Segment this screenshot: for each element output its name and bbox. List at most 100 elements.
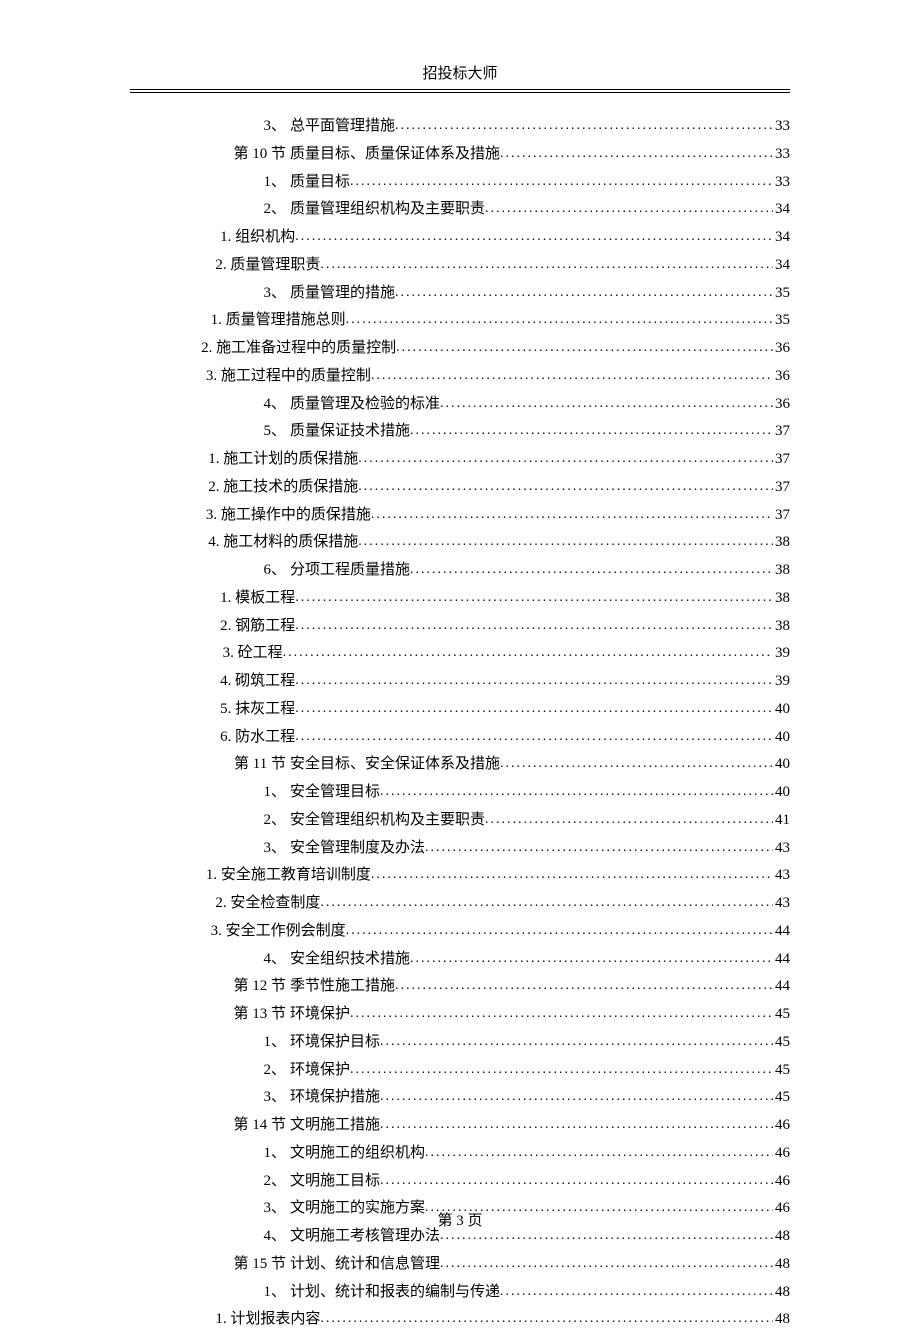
toc-leader-dots bbox=[410, 557, 773, 583]
toc-leader-dots bbox=[320, 252, 773, 278]
toc-title: 分项工程质量措施 bbox=[290, 557, 410, 585]
toc-entry: 2、环境保护45 bbox=[130, 1057, 790, 1085]
toc-entry: 1. 质量管理措施总则35 bbox=[130, 307, 790, 335]
toc-entry: 5、质量保证技术措施37 bbox=[130, 418, 790, 446]
toc-leader-dots bbox=[358, 529, 773, 555]
toc-leader-dots bbox=[500, 751, 773, 777]
toc-section-label: 第 12 节 bbox=[130, 973, 290, 1001]
toc-entry: 1. 模板工程38 bbox=[130, 585, 790, 613]
toc-page-number: 48 bbox=[773, 1279, 790, 1307]
toc-page-number: 40 bbox=[773, 724, 790, 752]
toc-leader-dots bbox=[500, 141, 773, 167]
toc-entry: 4. 砌筑工程39 bbox=[130, 668, 790, 696]
toc-entry: 4. 施工材料的质保措施38 bbox=[130, 529, 790, 557]
toc-entry: 第 15 节计划、统计和信息管理48 bbox=[130, 1251, 790, 1279]
toc-entry: 第 13 节环境保护45 bbox=[130, 1001, 790, 1029]
toc-leader-dots bbox=[295, 224, 773, 250]
toc-leader-dots bbox=[380, 1112, 773, 1138]
toc-leader-dots bbox=[371, 862, 773, 888]
toc-page-number: 38 bbox=[773, 613, 790, 641]
toc-leader-dots bbox=[440, 1251, 773, 1277]
toc-entry: 2、质量管理组织机构及主要职责34 bbox=[130, 196, 790, 224]
toc-title: 2. 施工准备过程中的质量控制 bbox=[201, 335, 396, 363]
toc-item-label: 4、 bbox=[130, 946, 290, 974]
toc-title: 2. 施工技术的质保措施 bbox=[208, 474, 358, 502]
toc-leader-dots bbox=[485, 196, 773, 222]
toc-leader-dots bbox=[425, 1140, 773, 1166]
toc-page-number: 35 bbox=[773, 307, 790, 335]
toc-leader-dots bbox=[350, 1001, 773, 1027]
toc-title: 4. 施工材料的质保措施 bbox=[208, 529, 358, 557]
toc-entry: 3. 施工操作中的质保措施37 bbox=[130, 502, 790, 530]
toc-title: 总平面管理措施 bbox=[290, 113, 395, 141]
toc-page-number: 38 bbox=[773, 585, 790, 613]
toc-page-number: 41 bbox=[773, 807, 790, 835]
toc-entry: 1. 施工计划的质保措施37 bbox=[130, 446, 790, 474]
toc-title: 安全组织技术措施 bbox=[290, 946, 410, 974]
toc-page-number: 43 bbox=[773, 862, 790, 890]
toc-title: 文明施工的组织机构 bbox=[290, 1140, 425, 1168]
toc-title: 3. 安全工作例会制度 bbox=[211, 918, 346, 946]
toc-leader-dots bbox=[485, 807, 773, 833]
toc-entry: 2. 质量管理职责34 bbox=[130, 252, 790, 280]
toc-page-number: 44 bbox=[773, 973, 790, 1001]
toc-page-number: 38 bbox=[773, 557, 790, 585]
table-of-contents: 3、总平面管理措施33第 10 节质量目标、质量保证体系及措施331、质量目标3… bbox=[130, 113, 790, 1334]
toc-leader-dots bbox=[295, 613, 773, 639]
toc-item-label: 4、 bbox=[130, 391, 290, 419]
toc-leader-dots bbox=[395, 973, 773, 999]
toc-title: 质量管理及检验的标准 bbox=[290, 391, 440, 419]
toc-title: 安全目标、安全保证体系及措施 bbox=[290, 751, 500, 779]
toc-entry: 第 14 节文明施工措施46 bbox=[130, 1112, 790, 1140]
toc-leader-dots bbox=[371, 502, 773, 528]
toc-page-number: 36 bbox=[773, 363, 790, 391]
toc-page-number: 36 bbox=[773, 391, 790, 419]
toc-title: 质量保证技术措施 bbox=[290, 418, 410, 446]
document-page: 招投标大师 3、总平面管理措施33第 10 节质量目标、质量保证体系及措施331… bbox=[0, 0, 920, 1334]
toc-title: 质量目标 bbox=[290, 169, 350, 197]
toc-entry: 2. 钢筋工程38 bbox=[130, 613, 790, 641]
toc-item-label: 1、 bbox=[130, 779, 290, 807]
toc-entry: 5. 抹灰工程40 bbox=[130, 696, 790, 724]
toc-page-number: 45 bbox=[773, 1057, 790, 1085]
toc-entry: 1. 组织机构34 bbox=[130, 224, 790, 252]
toc-title: 1. 安全施工教育培训制度 bbox=[206, 862, 371, 890]
toc-title: 2. 质量管理职责 bbox=[215, 252, 320, 280]
toc-title: 质量管理组织机构及主要职责 bbox=[290, 196, 485, 224]
toc-leader-dots bbox=[380, 1168, 773, 1194]
toc-page-number: 40 bbox=[773, 779, 790, 807]
toc-entry: 6、分项工程质量措施 38 bbox=[130, 557, 790, 585]
toc-leader-dots bbox=[295, 696, 773, 722]
toc-entry: 1、环境保护目标45 bbox=[130, 1029, 790, 1057]
toc-entry: 3. 施工过程中的质量控制36 bbox=[130, 363, 790, 391]
toc-leader-dots bbox=[380, 1084, 773, 1110]
toc-leader-dots bbox=[500, 1279, 773, 1305]
toc-page-number: 33 bbox=[773, 141, 790, 169]
toc-entry: 1、质量目标33 bbox=[130, 169, 790, 197]
toc-page-number: 37 bbox=[773, 474, 790, 502]
toc-entry: 1. 安全施工教育培训制度 43 bbox=[130, 862, 790, 890]
toc-item-label: 1、 bbox=[130, 1140, 290, 1168]
toc-page-number: 45 bbox=[773, 1001, 790, 1029]
toc-item-label: 1、 bbox=[130, 1029, 290, 1057]
toc-title: 环境保护措施 bbox=[290, 1084, 380, 1112]
toc-leader-dots bbox=[295, 724, 773, 750]
toc-entry: 2. 施工技术的质保措施 37 bbox=[130, 474, 790, 502]
toc-page-number: 46 bbox=[773, 1112, 790, 1140]
toc-item-label: 3、 bbox=[130, 835, 290, 863]
toc-page-number: 39 bbox=[773, 668, 790, 696]
toc-page-number: 46 bbox=[773, 1168, 790, 1196]
toc-page-number: 44 bbox=[773, 918, 790, 946]
toc-title: 质量管理的措施 bbox=[290, 280, 395, 308]
toc-item-label: 6、 bbox=[130, 557, 290, 585]
toc-leader-dots bbox=[346, 918, 773, 944]
toc-page-number: 40 bbox=[773, 751, 790, 779]
toc-page-number: 40 bbox=[773, 696, 790, 724]
toc-entry: 2. 施工准备过程中的质量控制36 bbox=[130, 335, 790, 363]
page-footer: 第 3 页 bbox=[0, 1209, 920, 1230]
toc-item-label: 3、 bbox=[130, 280, 290, 308]
toc-title: 6. 防水工程 bbox=[220, 724, 295, 752]
toc-entry: 4、安全组织技术措施44 bbox=[130, 946, 790, 974]
toc-entry: 1、计划、统计和报表的编制与传递48 bbox=[130, 1279, 790, 1307]
toc-entry: 3、安全管理制度及办法43 bbox=[130, 835, 790, 863]
